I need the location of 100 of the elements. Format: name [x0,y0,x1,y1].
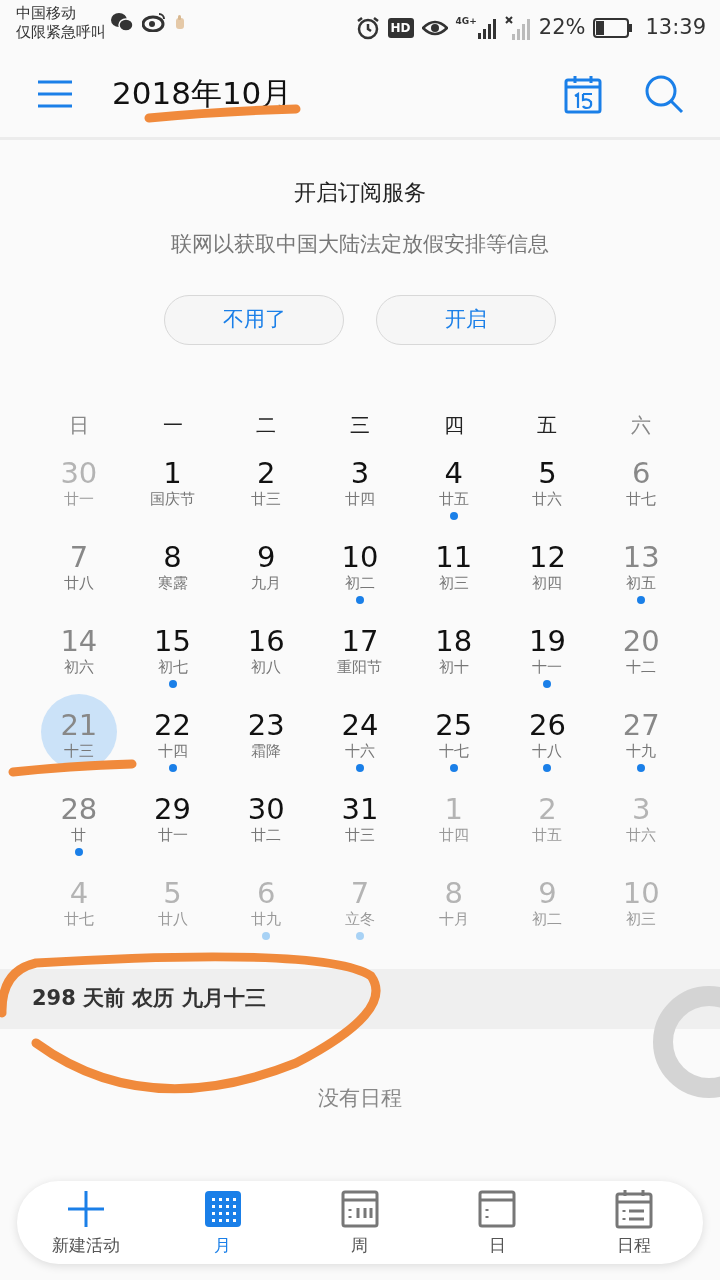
day-number[interactable]: 9 [257,539,276,574]
lunar-date: 初六 [63,657,94,676]
lunar-date: 十三 [63,741,94,760]
decline-button[interactable]: 不用了 [164,294,344,345]
day-number[interactable]: 22 [154,707,191,742]
weekday-label: 五 [536,411,559,439]
date-info: 298 天前 农历 九月十三 [32,984,266,1012]
day-number[interactable]: 12 [528,539,566,574]
lunar-date: 廿三 [345,825,375,844]
chat-icon [110,12,134,32]
day-number[interactable]: 24 [341,707,379,742]
weekday-label: 六 [630,411,653,439]
day-number[interactable]: 15 [154,623,191,658]
hd-badge: HD [387,17,414,38]
lunar-date: 廿六 [626,825,657,844]
nav-tab[interactable]: 日程 [565,1181,703,1264]
lunar-date: 霜降 [251,741,282,760]
lunar-date: 廿 [71,825,87,844]
nav-tab[interactable]: 月 [154,1181,292,1264]
lunar-date: 廿二 [251,825,282,844]
nav-tab[interactable]: 周 [291,1181,429,1264]
search-icon[interactable] [644,73,684,114]
eye-icon [421,18,448,37]
lunar-date: 廿八 [63,573,94,592]
weekday-label: 二 [255,411,278,439]
carrier-text: 中国移动 [16,4,77,23]
plus-icon [65,1189,106,1229]
lunar-date: 立冬 [345,909,375,928]
month-grid-icon [202,1189,243,1229]
clock-time: 13:39 [645,14,706,41]
day-number[interactable]: 29 [154,791,191,826]
lunar-date: 廿八 [157,909,188,928]
lunar-date: 初三 [626,909,657,928]
weekday-label: 四 [442,411,465,439]
lunar-date: 十八 [532,741,563,760]
alarm-icon [355,15,380,40]
lunar-date: 重阳节 [337,657,383,676]
day-number[interactable]: 30 [247,791,285,826]
day-number[interactable]: 8 [163,539,182,574]
menu-icon[interactable] [36,78,74,109]
lunar-date: 初十 [438,657,469,676]
day-number[interactable]: 26 [528,707,566,742]
enable-button[interactable]: 开启 [376,294,556,345]
today-calendar-icon[interactable] [564,73,602,114]
day-number[interactable]: 3 [350,455,370,490]
lunar-date: 廿九 [251,909,282,928]
battery-percent: 22% [538,14,586,41]
day-number[interactable]: 10 [341,539,379,574]
day-number[interactable]: 23 [247,707,285,742]
lunar-date: 十一 [532,657,563,676]
day-number[interactable]: 16 [247,623,285,658]
lunar-date: 廿五 [532,825,563,844]
day-number[interactable]: 25 [435,707,473,742]
lunar-date: 十七 [438,741,469,760]
day-number[interactable]: 1 [163,455,182,490]
weekday-label: 日 [67,411,90,439]
lunar-date: 廿四 [438,825,469,844]
day-number[interactable]: 17 [341,623,379,658]
day-number[interactable]: 31 [341,791,379,826]
lunar-date: 廿五 [438,489,469,508]
lunar-date: 九月 [251,573,282,592]
list-calendar-icon [614,1189,655,1229]
lunar-date: 初七 [157,657,188,676]
lunar-date: 初四 [532,573,563,592]
no-signal-icon [504,15,531,40]
empty-schedule-text: 没有日程 [318,1084,402,1112]
lunar-date: 初二 [345,573,375,592]
lunar-date: 初三 [438,573,469,592]
lunar-date: 廿一 [157,825,188,844]
carrier-note: 仅限紧急呼叫 [16,23,106,42]
day-calendar-icon [477,1189,518,1229]
lunar-date: 十六 [345,741,375,760]
lunar-date: 廿七 [63,909,94,928]
thumb-icon [174,14,186,30]
lunar-date: 廿一 [63,489,94,508]
weekday-label: 三 [349,411,371,439]
subscription-description: 联网以获取中国大陆法定放假安排等信息 [171,231,549,258]
day-number[interactable]: 4 [444,455,463,490]
lunar-date: 初二 [532,909,563,928]
week-calendar-icon [339,1189,380,1229]
lunar-date: 廿三 [251,489,282,508]
lunar-date: 初五 [626,573,657,592]
day-number[interactable]: 5 [538,455,557,490]
battery-icon [593,17,634,38]
day-number[interactable]: 18 [435,623,473,658]
weekday-label: 一 [161,411,184,439]
nav-tab[interactable]: 新建活动 [17,1181,155,1264]
lunar-date: 十月 [438,909,469,928]
lunar-date: 廿六 [532,489,563,508]
subscription-title: 开启订阅服务 [294,179,426,207]
lunar-date: 寒露 [157,573,188,592]
day-number[interactable]: 11 [435,539,473,574]
day-number[interactable]: 2 [257,455,276,490]
eye-swirl-icon [142,12,166,32]
lunar-date: 廿七 [626,489,657,508]
nav-tab[interactable]: 日 [428,1181,566,1264]
day-number[interactable]: 19 [528,623,566,658]
lunar-date: 国庆节 [150,489,196,508]
lunar-date: 十四 [157,741,188,760]
lunar-date: 廿四 [345,489,375,508]
